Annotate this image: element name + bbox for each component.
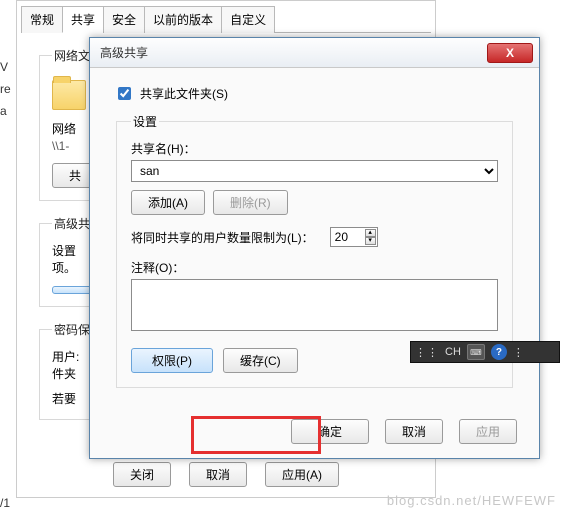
advanced-share-legend: 高级共 <box>52 215 92 232</box>
apply-button-bg[interactable]: 应用(A) <box>265 462 339 487</box>
dialog-button-row: 确定 取消 应用 <box>90 419 539 444</box>
network-share-legend: 网络文 <box>52 47 92 64</box>
advanced-share-button[interactable] <box>52 286 94 294</box>
folder-icon <box>52 80 86 110</box>
ime-toolbar[interactable]: ⋮⋮ CH ⌨ ? ⋮ <box>410 341 560 363</box>
share-folder-label: 共享此文件夹(S) <box>140 85 228 102</box>
tab-security[interactable]: 安全 <box>103 6 145 33</box>
tab-share[interactable]: 共享 <box>62 6 104 33</box>
add-button[interactable]: 添加(A) <box>131 190 205 215</box>
user-limit-label: 将同时共享的用户数量限制为(L)： <box>131 229 314 246</box>
cancel-button[interactable]: 取消 <box>385 419 443 444</box>
ime-mode-label[interactable]: CH <box>445 346 461 358</box>
titlebar[interactable]: 高级共享 X <box>90 38 539 68</box>
edge-text: V re a /1 <box>0 56 16 514</box>
tab-previous-versions[interactable]: 以前的版本 <box>144 6 222 33</box>
tab-custom[interactable]: 自定义 <box>221 6 275 33</box>
close-icon[interactable]: X <box>487 43 533 63</box>
dialog-title: 高级共享 <box>96 44 487 61</box>
cancel-button-bg[interactable]: 取消 <box>189 462 247 487</box>
permissions-button[interactable]: 权限(P) <box>131 348 213 373</box>
share-folder-checkbox-row[interactable]: 共享此文件夹(S) <box>114 84 515 103</box>
settings-legend: 设置 <box>131 113 159 130</box>
watermark-text: blog.csdn.net/HEWFEWF <box>387 493 556 508</box>
comment-textarea[interactable] <box>131 279 498 331</box>
spinner-up-icon[interactable]: ▴ <box>365 229 376 237</box>
ime-drag-handle-icon[interactable]: ⋮⋮ <box>415 346 439 359</box>
share-name-select[interactable]: san <box>131 160 498 182</box>
comment-label: 注释(O)： <box>131 259 498 276</box>
spinner-down-icon[interactable]: ▾ <box>365 237 376 245</box>
properties-button-row: 关闭 取消 应用(A) <box>17 462 435 487</box>
advanced-sharing-dialog: 高级共享 X 共享此文件夹(S) 设置 共享名(H)： san 添加(A) 删除… <box>89 37 540 459</box>
remove-button: 删除(R) <box>213 190 288 215</box>
close-button[interactable]: 关闭 <box>113 462 171 487</box>
share-name-label: 共享名(H)： <box>131 140 498 157</box>
apply-button: 应用 <box>459 419 517 444</box>
tab-bar: 常规 共享 安全 以前的版本 自定义 <box>21 5 431 33</box>
share-folder-checkbox[interactable] <box>118 87 131 100</box>
keyboard-icon[interactable]: ⌨ <box>467 344 485 360</box>
help-icon[interactable]: ? <box>491 344 507 360</box>
ime-grip-icon[interactable]: ⋮ <box>513 346 525 359</box>
ok-button[interactable]: 确定 <box>291 419 369 444</box>
user-limit-spinner[interactable]: 20 ▴ ▾ <box>330 227 378 247</box>
user-limit-value: 20 <box>335 230 348 244</box>
cache-button[interactable]: 缓存(C) <box>223 348 298 373</box>
password-legend: 密码保 <box>52 321 92 338</box>
tab-general[interactable]: 常规 <box>21 6 63 33</box>
